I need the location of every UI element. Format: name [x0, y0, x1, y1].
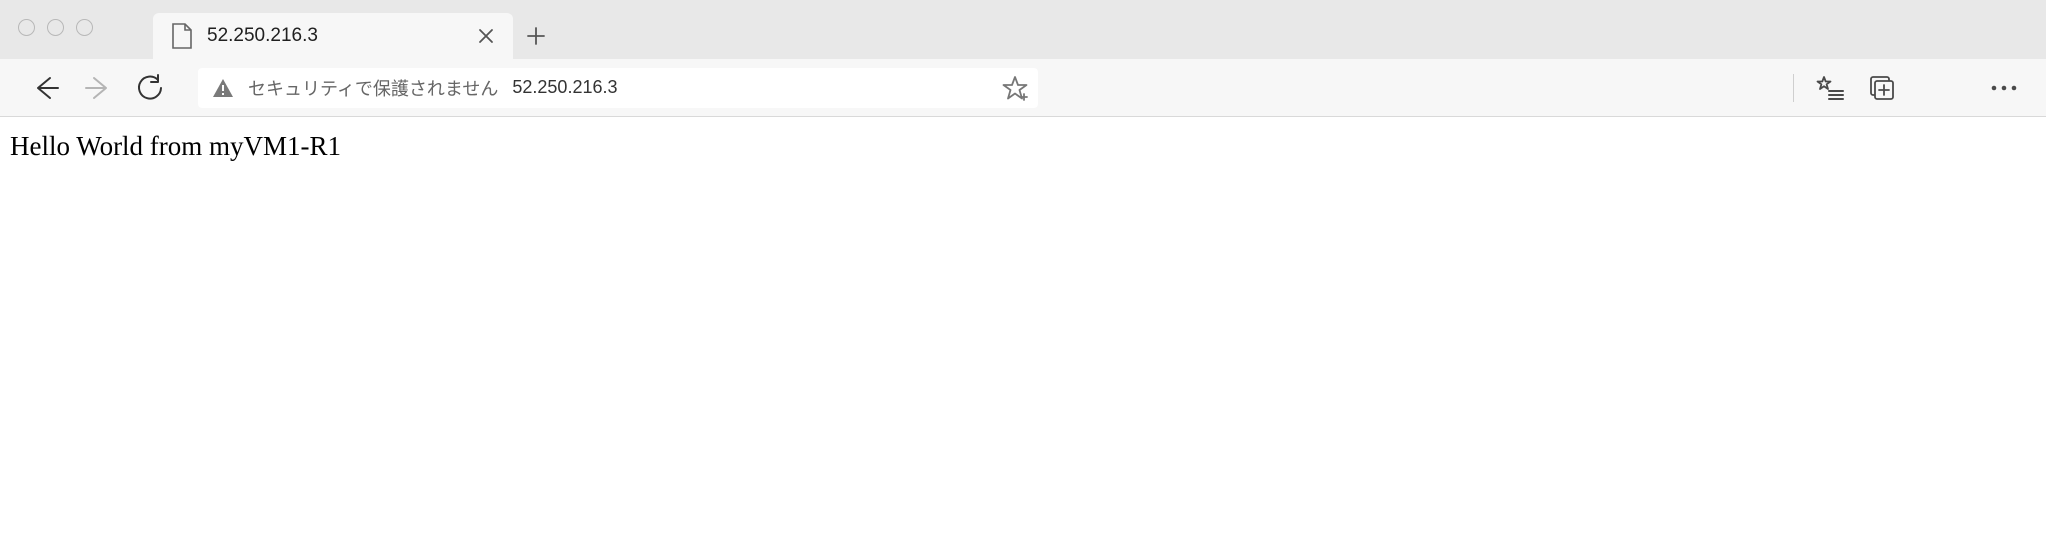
page-content: Hello World from myVM1-R1 — [0, 117, 2046, 176]
forward-button[interactable] — [76, 66, 120, 110]
window-minimize-dot[interactable] — [47, 19, 64, 36]
tab-strip: 52.250.216.3 — [0, 0, 2046, 59]
not-secure-icon — [212, 78, 234, 98]
page-icon — [171, 23, 193, 49]
window-zoom-dot[interactable] — [76, 19, 93, 36]
address-bar[interactable]: セキュリティで保護されません 52.250.216.3 — [198, 68, 1038, 108]
new-tab-button[interactable] — [513, 13, 559, 59]
security-label: セキュリティで保護されません — [248, 75, 498, 101]
tab-title: 52.250.216.3 — [207, 25, 459, 47]
collections-icon[interactable] — [1860, 66, 1904, 110]
toolbar-separator — [1793, 74, 1794, 102]
toolbar: セキュリティで保護されません 52.250.216.3 — [0, 59, 2046, 117]
address-url: 52.250.216.3 — [512, 77, 617, 98]
favorites-list-icon[interactable] — [1808, 66, 1852, 110]
favorite-star-icon[interactable] — [1002, 75, 1028, 101]
back-button[interactable] — [24, 66, 68, 110]
more-menu-icon[interactable] — [1982, 66, 2026, 110]
browser-chrome: 52.250.216.3 — [0, 0, 2046, 117]
reload-button[interactable] — [128, 66, 172, 110]
window-close-dot[interactable] — [18, 19, 35, 36]
close-tab-icon[interactable] — [473, 23, 499, 49]
window-controls — [18, 0, 93, 59]
page-body-text: Hello World from myVM1-R1 — [10, 131, 341, 161]
browser-tab[interactable]: 52.250.216.3 — [153, 13, 513, 59]
